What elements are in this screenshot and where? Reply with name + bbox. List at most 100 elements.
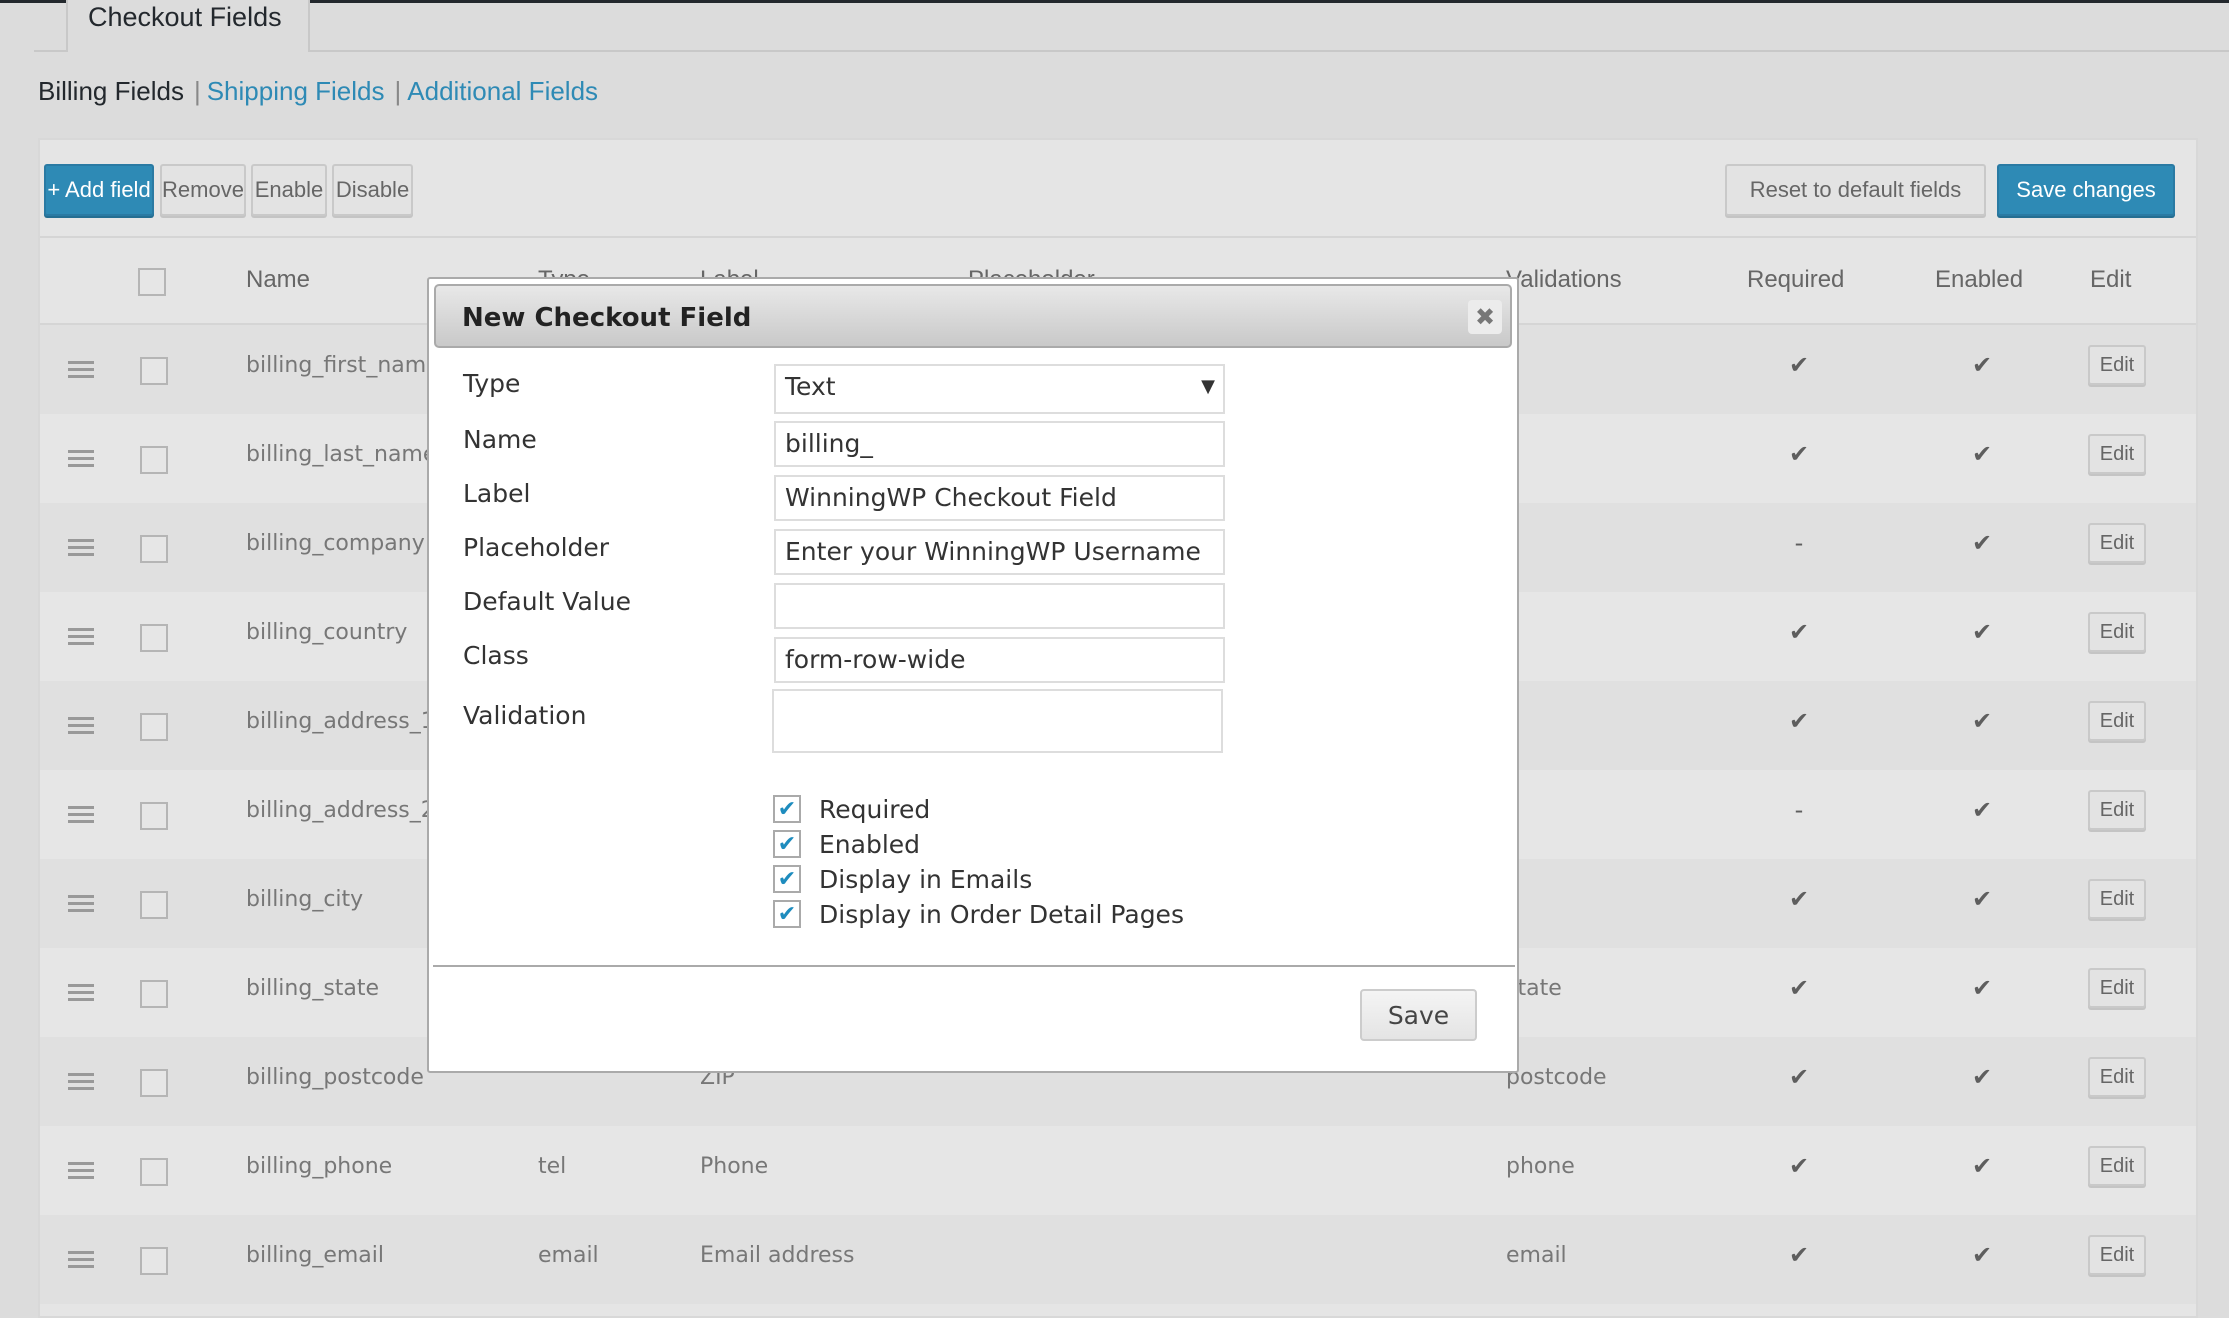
add-field-button[interactable]: + Add field bbox=[44, 164, 154, 216]
subnav-billing-fields[interactable]: Billing Fields bbox=[38, 76, 184, 107]
remove-button[interactable]: Remove bbox=[160, 164, 246, 216]
column-header-validations: Validations bbox=[1506, 266, 1622, 293]
edit-button[interactable]: Edit bbox=[2088, 1146, 2146, 1186]
enabled-check-icon: ✔ bbox=[1971, 1152, 1993, 1180]
drag-handle-icon[interactable] bbox=[68, 361, 94, 379]
edit-button[interactable]: Edit bbox=[2088, 790, 2146, 830]
edit-button[interactable]: Edit bbox=[2088, 1057, 2146, 1097]
column-header-enabled: Enabled bbox=[1935, 266, 2024, 293]
admin-top-bar bbox=[0, 0, 2229, 3]
field-name: billing_address_1 bbox=[246, 709, 435, 734]
dialog-checkbox-row[interactable]: ✔ Enabled bbox=[773, 828, 920, 860]
drag-handle-icon[interactable] bbox=[68, 539, 94, 557]
enabled-check-icon: ✔ bbox=[1971, 618, 1993, 646]
row-checkbox[interactable] bbox=[140, 891, 168, 919]
row-checkbox[interactable] bbox=[140, 802, 168, 830]
select-all-checkbox[interactable] bbox=[138, 268, 166, 296]
row-checkbox[interactable] bbox=[140, 1247, 168, 1275]
row-checkbox[interactable] bbox=[140, 713, 168, 741]
required-dash-icon: - bbox=[1794, 796, 1804, 824]
edit-button[interactable]: Edit bbox=[2088, 345, 2146, 385]
row-checkbox[interactable] bbox=[140, 624, 168, 652]
drag-handle-icon[interactable] bbox=[68, 806, 94, 824]
checkbox-label: Required bbox=[819, 794, 931, 824]
placeholder-input[interactable]: Enter your WinningWP Username bbox=[774, 529, 1225, 575]
checkbox[interactable]: ✔ bbox=[773, 865, 801, 893]
tab-checkout-fields[interactable]: Checkout Fields bbox=[66, 0, 310, 52]
drag-handle-icon[interactable] bbox=[68, 895, 94, 913]
required-check-icon: ✔ bbox=[1788, 885, 1810, 913]
subnav-additional-fields[interactable]: Additional Fields bbox=[407, 76, 598, 106]
name-input[interactable]: billing_ bbox=[774, 421, 1225, 467]
row-checkbox[interactable] bbox=[140, 1158, 168, 1186]
dialog-header: New Checkout Field ✖ bbox=[434, 284, 1512, 348]
disable-button[interactable]: Disable bbox=[332, 164, 413, 216]
field-name: billing_state bbox=[246, 976, 380, 1001]
edit-button[interactable]: Edit bbox=[2088, 1235, 2146, 1275]
edit-button[interactable]: Edit bbox=[2088, 701, 2146, 741]
drag-handle-icon[interactable] bbox=[68, 1251, 94, 1269]
edit-button[interactable]: Edit bbox=[2088, 612, 2146, 652]
checkbox[interactable]: ✔ bbox=[773, 900, 801, 928]
enable-button[interactable]: Enable bbox=[251, 164, 327, 216]
enabled-check-icon: ✔ bbox=[1971, 885, 1993, 913]
field-name: billing_country bbox=[246, 620, 408, 645]
type-select[interactable]: Text ▼ bbox=[774, 364, 1225, 414]
dialog-checkbox-row[interactable]: ✔ Required bbox=[773, 793, 930, 825]
save-changes-button[interactable]: Save changes bbox=[1997, 164, 2175, 216]
field-name: billing_postcode bbox=[246, 1065, 424, 1090]
subnav-separator: | bbox=[394, 76, 402, 106]
drag-handle-icon[interactable] bbox=[68, 1162, 94, 1180]
row-checkbox[interactable] bbox=[140, 357, 168, 385]
enabled-check-icon: ✔ bbox=[1971, 1063, 1993, 1091]
dialog-save-button[interactable]: Save bbox=[1360, 989, 1477, 1041]
field-validations: email bbox=[1506, 1243, 1567, 1268]
checkbox[interactable]: ✔ bbox=[773, 795, 801, 823]
enabled-check-icon: ✔ bbox=[1971, 529, 1993, 557]
field-validations: postcode bbox=[1506, 1065, 1607, 1090]
required-check-icon: ✔ bbox=[1788, 974, 1810, 1002]
validation-label: Validation bbox=[463, 701, 587, 730]
checkbox[interactable]: ✔ bbox=[773, 830, 801, 858]
placeholder-label: Placeholder bbox=[463, 533, 610, 562]
table-row: billing_phone tel Phone phone ✔ ✔ Edit bbox=[40, 1126, 2196, 1215]
required-check-icon: ✔ bbox=[1788, 707, 1810, 735]
dialog-checkbox-row[interactable]: ✔ Display in Order Detail Pages bbox=[773, 898, 1184, 930]
subnav-shipping-fields[interactable]: Shipping Fields bbox=[207, 76, 385, 106]
checkbox-label: Display in Order Detail Pages bbox=[819, 899, 1184, 929]
enabled-check-icon: ✔ bbox=[1971, 796, 1993, 824]
dialog-checkbox-row[interactable]: ✔ Display in Emails bbox=[773, 863, 1032, 895]
tab-divider bbox=[34, 50, 2229, 52]
drag-handle-icon[interactable] bbox=[68, 628, 94, 646]
field-name: billing_company bbox=[246, 531, 425, 556]
section-subnav: Billing Fields | Shipping Fields | Additiona… bbox=[38, 76, 598, 107]
edit-button[interactable]: Edit bbox=[2088, 434, 2146, 474]
drag-handle-icon[interactable] bbox=[68, 984, 94, 1002]
reset-default-fields-button[interactable]: Reset to default fields bbox=[1725, 164, 1986, 216]
class-input[interactable]: form-row-wide bbox=[774, 637, 1225, 683]
edit-button[interactable]: Edit bbox=[2088, 523, 2146, 563]
field-name: billing_last_name bbox=[246, 442, 437, 467]
edit-button[interactable]: Edit bbox=[2088, 879, 2146, 919]
field-type: email bbox=[538, 1243, 599, 1268]
default-value-input[interactable] bbox=[774, 583, 1225, 629]
validation-select[interactable] bbox=[772, 689, 1223, 753]
subnav-separator: | bbox=[193, 76, 201, 106]
row-checkbox[interactable] bbox=[140, 980, 168, 1008]
drag-handle-icon[interactable] bbox=[68, 1073, 94, 1091]
enabled-check-icon: ✔ bbox=[1971, 440, 1993, 468]
row-checkbox[interactable] bbox=[140, 446, 168, 474]
drag-handle-icon[interactable] bbox=[68, 450, 94, 468]
edit-button[interactable]: Edit bbox=[2088, 968, 2146, 1008]
dialog-title: New Checkout Field bbox=[462, 303, 752, 333]
drag-handle-icon[interactable] bbox=[68, 717, 94, 735]
new-checkout-field-dialog: New Checkout Field ✖ Type Text ▼ Name bi… bbox=[427, 277, 1519, 1073]
table-row: billing_email email Email address email ✔ ✔ Ed… bbox=[40, 1215, 2196, 1304]
enabled-check-icon: ✔ bbox=[1971, 351, 1993, 379]
dialog-footer-divider bbox=[433, 965, 1515, 967]
row-checkbox[interactable] bbox=[140, 535, 168, 563]
close-icon[interactable]: ✖ bbox=[1468, 300, 1502, 334]
row-checkbox[interactable] bbox=[140, 1069, 168, 1097]
label-input[interactable]: WinningWP Checkout Field bbox=[774, 475, 1225, 521]
default-value-label: Default Value bbox=[463, 587, 631, 616]
